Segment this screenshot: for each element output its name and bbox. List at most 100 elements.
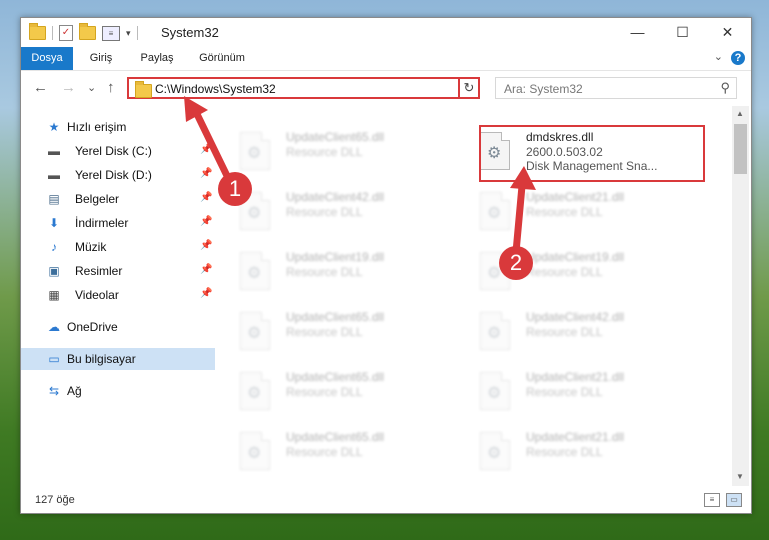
expand-ribbon-icon[interactable]: ⌄ (714, 50, 723, 63)
details-view-icon[interactable]: ≡ (704, 493, 720, 507)
navigation-pane: ★ Hızlı erişim ▬ Yerel Disk (C:) 📌 ▬ Yer… (21, 106, 215, 486)
file-tile[interactable]: ⚙ UpdateClient42.dll Resource DLL (456, 304, 676, 354)
sidebar-item-downloads[interactable]: ⬇ İndirmeler 📌 (21, 212, 215, 234)
file-tile[interactable]: ⚙ UpdateClient19.dll Resource DLL (456, 244, 676, 294)
gear-icon: ⚙ (487, 385, 502, 402)
item-count: 127 öğe (35, 494, 75, 506)
refresh-button[interactable]: ↻ (458, 77, 480, 99)
file-tile[interactable]: ⚙ UpdateClient21.dll Resource DLL (456, 424, 676, 474)
address-path[interactable]: C:\Windows\System32 (155, 82, 276, 96)
sidebar-item-local-disk-c[interactable]: ▬ Yerel Disk (C:) 📌 (21, 140, 215, 162)
star-icon: ★ (48, 120, 60, 134)
pin-icon[interactable]: 📌 (200, 240, 212, 251)
pin-icon[interactable]: 📌 (200, 216, 212, 227)
file-tile[interactable]: ⚙ UpdateClient65.dll Resource DLL (216, 304, 436, 354)
scrollbar-thumb[interactable] (734, 124, 747, 174)
file-type: Resource DLL (526, 265, 603, 279)
gear-icon: ⚙ (487, 205, 502, 222)
sidebar-item-label: Ağ (67, 384, 82, 398)
divider (52, 26, 53, 40)
scroll-up-icon[interactable]: ▲ (736, 109, 744, 118)
sidebar-item-onedrive[interactable]: ☁ OneDrive (21, 316, 215, 338)
gear-icon: ⚙ (487, 445, 502, 462)
back-button[interactable]: ← (33, 79, 48, 96)
sidebar-item-label: Yerel Disk (D:) (75, 168, 152, 182)
divider (136, 26, 138, 40)
drive-icon: ▬ (48, 144, 60, 158)
file-name: UpdateClient65.dll (286, 370, 385, 384)
search-icon[interactable]: ⚲ (720, 80, 730, 96)
gear-icon: ⚙ (247, 445, 262, 462)
large-icons-view-icon[interactable]: ▭ (726, 493, 742, 507)
vertical-scrollbar[interactable]: ▲ ▼ (732, 106, 749, 486)
dll-file-icon: ⚙ (480, 312, 510, 350)
file-type: Resource DLL (526, 385, 603, 399)
status-bar: 127 öğe ≡ ▭ (21, 488, 751, 512)
toolbar-dropdown-icon[interactable]: ▾ (126, 28, 131, 39)
sidebar-item-label: Yerel Disk (C:) (75, 144, 152, 158)
title-bar: ✓ ≡ ▾ System32 — ☐ ✕ (21, 18, 751, 47)
sidebar-item-local-disk-d[interactable]: ▬ Yerel Disk (D:) 📌 (21, 164, 215, 186)
sidebar-item-label: Müzik (75, 240, 107, 254)
file-tile[interactable]: ⚙ UpdateClient21.dll Resource DLL (456, 364, 676, 414)
close-button[interactable]: ✕ (705, 18, 750, 47)
file-type: Resource DLL (286, 145, 363, 159)
gear-icon: ⚙ (247, 385, 262, 402)
help-icon[interactable]: ? (731, 51, 745, 65)
sidebar-item-this-pc[interactable]: ▭ Bu bilgisayar (21, 348, 215, 370)
documents-icon: ▤ (48, 192, 60, 206)
file-type: Resource DLL (286, 445, 363, 459)
sidebar-item-music[interactable]: ♪ Müzik 📌 (21, 236, 215, 258)
file-tile[interactable]: ⚙ UpdateClient65.dll Resource DLL (216, 424, 436, 474)
search-box[interactable]: Ara: System32 ⚲ (495, 77, 737, 99)
tab-view[interactable]: Görünüm (191, 47, 253, 70)
file-tile[interactable]: ⚙ UpdateClient21.dll Resource DLL (456, 184, 676, 234)
tab-share[interactable]: Paylaş (133, 47, 181, 70)
forward-button[interactable]: → (61, 79, 76, 96)
pin-icon[interactable]: 📌 (200, 192, 212, 203)
scroll-down-icon[interactable]: ▼ (736, 472, 744, 481)
pictures-icon: ▣ (48, 264, 60, 278)
recent-locations-button[interactable]: ⌄ (87, 81, 96, 94)
file-tile[interactable]: ⚙ UpdateClient65.dll Resource DLL (216, 364, 436, 414)
sidebar-item-pictures[interactable]: ▣ Resimler 📌 (21, 260, 215, 282)
file-tile[interactable]: ⚙ UpdateClient19.dll Resource DLL (216, 244, 436, 294)
pin-icon[interactable]: 📌 (200, 288, 212, 299)
dll-file-icon: ⚙ (240, 432, 270, 470)
file-name: UpdateClient21.dll (526, 370, 625, 384)
properties-check-icon[interactable]: ✓ (59, 25, 73, 41)
file-type: Resource DLL (286, 385, 363, 399)
step-badge-1: 1 (218, 172, 252, 206)
new-folder-icon[interactable] (79, 23, 96, 40)
quick-access-toolbar: ✓ ≡ ▾ (29, 23, 138, 42)
tab-home[interactable]: Giriş (81, 47, 121, 70)
pin-icon[interactable]: 📌 (200, 168, 212, 179)
file-name: UpdateClient19.dll (526, 250, 625, 264)
address-bar[interactable]: C:\Windows\System32 ⌄ (127, 77, 479, 99)
maximize-button[interactable]: ☐ (660, 18, 705, 47)
pin-icon[interactable]: 📌 (200, 264, 212, 275)
sidebar-item-network[interactable]: ⇆ Ağ (21, 380, 215, 402)
file-list: ⚙ UpdateClient65.dll Resource DLL ⚙ dmds… (216, 106, 732, 486)
folder-icon[interactable] (29, 23, 46, 40)
minimize-button[interactable]: — (615, 18, 660, 47)
drive-icon: ▬ (48, 168, 60, 182)
sidebar-item-documents[interactable]: ▤ Belgeler 📌 (21, 188, 215, 210)
file-name: UpdateClient42.dll (526, 310, 625, 324)
file-name: UpdateClient65.dll (286, 310, 385, 324)
navigation-bar: ← → ⌄ ↑ C:\Windows\System32 ⌄ ↻ Ara: Sys… (21, 71, 751, 105)
gear-icon: ⚙ (247, 325, 262, 342)
search-placeholder[interactable]: Ara: System32 (504, 82, 583, 96)
up-button[interactable]: ↑ (107, 79, 115, 96)
explorer-window: ✓ ≡ ▾ System32 — ☐ ✕ Dosya Giriş Paylaş … (20, 17, 752, 514)
file-name: UpdateClient19.dll (286, 250, 385, 264)
tab-file[interactable]: Dosya (21, 47, 73, 70)
pin-icon[interactable]: 📌 (200, 144, 212, 155)
file-tile[interactable]: ⚙ UpdateClient65.dll Resource DLL (216, 124, 436, 174)
dll-file-icon: ⚙ (480, 372, 510, 410)
ribbon-tabs: Dosya Giriş Paylaş Görünüm ⌄ ? (21, 47, 751, 71)
sidebar-item-videos[interactable]: ▦ Videolar 📌 (21, 284, 215, 306)
file-name: UpdateClient65.dll (286, 130, 385, 144)
sidebar-item-quick-access[interactable]: ★ Hızlı erişim (21, 116, 215, 138)
customize-toolbar-icon[interactable]: ≡ (102, 25, 120, 41)
